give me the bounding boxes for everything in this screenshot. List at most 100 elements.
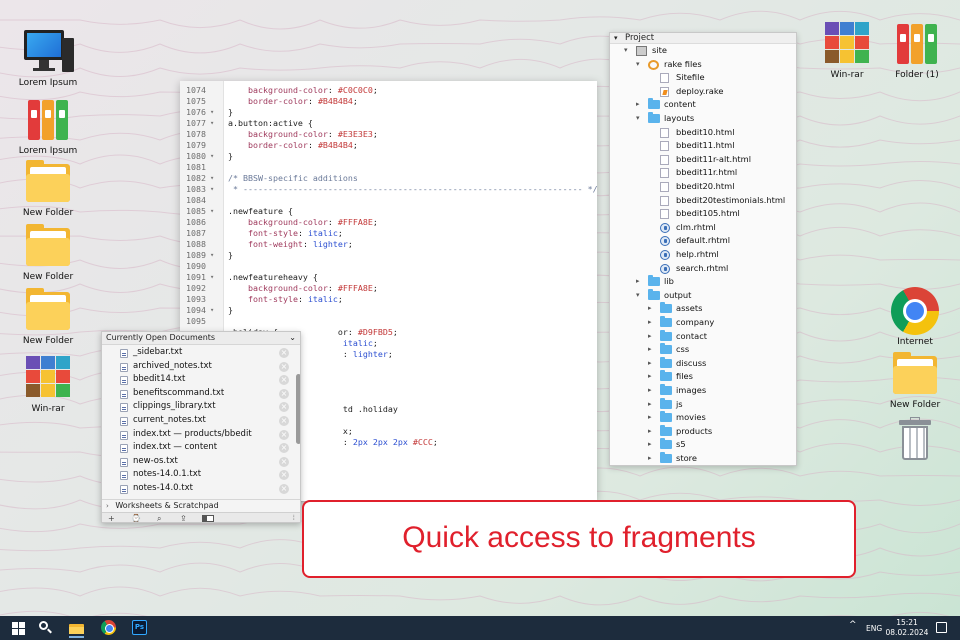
project-tree-item[interactable]: ▸ movies <box>610 411 796 425</box>
code-line[interactable]: 1089 ▾} <box>180 250 597 261</box>
project-tree-item[interactable]: ▸ images <box>610 384 796 398</box>
chevron-right-icon[interactable]: ▸ <box>648 370 652 384</box>
project-tree-item[interactable]: ▾ site <box>610 44 796 58</box>
fold-toggle-icon[interactable]: ▾ <box>210 151 214 162</box>
project-tree-item[interactable]: ▸ js <box>610 397 796 412</box>
project-tree-item[interactable]: ▸ files <box>610 370 796 384</box>
project-tree-item[interactable]: clm.rhtml <box>610 221 796 235</box>
taskbar-search-button[interactable] <box>37 616 53 640</box>
chevron-right-icon[interactable]: ▸ <box>648 411 652 425</box>
resize-handle-icon[interactable]: ⦙ <box>293 513 295 522</box>
code-line[interactable]: 1077 ▾ a.button:active { <box>180 118 597 129</box>
chevron-down-icon[interactable]: ⌄ <box>289 332 296 344</box>
chevron-down-icon[interactable]: ▾ <box>636 112 640 126</box>
open-document-item[interactable]: index.txt — content × <box>102 441 296 455</box>
project-tree-item[interactable]: ▸ company <box>610 316 796 330</box>
share-icon[interactable]: ⇪ <box>180 513 187 522</box>
code-line[interactable]: 1086 background-color: #FFFA8E; <box>180 217 597 228</box>
project-tree-item[interactable]: ▾ output <box>610 288 796 303</box>
code-line[interactable]: 1091 ▾ .newfeatureheavy { <box>180 272 597 283</box>
desktop-icon-winrar[interactable]: Win-rar <box>809 20 885 81</box>
open-document-item[interactable]: archived_notes.txt × <box>102 360 296 374</box>
chevron-right-icon[interactable]: ▸ <box>648 452 652 465</box>
code-line[interactable]: 1076 ▾} <box>180 107 597 118</box>
desktop-icon-binders[interactable]: Folder (1) <box>879 20 955 81</box>
desktop-icon-chrome[interactable]: Internet <box>877 287 953 348</box>
project-tree-item[interactable]: bbedit11.html <box>610 139 796 153</box>
code-line[interactable]: 1092 background-color: #FFFA8E; <box>180 283 597 294</box>
chevron-right-icon[interactable]: ▸ <box>648 330 652 344</box>
project-tree-item[interactable]: default.rhtml <box>610 234 796 248</box>
project-header[interactable]: ▾ Project <box>610 33 796 44</box>
project-tree-item[interactable]: ▸ contact <box>610 329 796 344</box>
code-line[interactable]: 1075 border-color: #B4B4B4; <box>180 96 597 107</box>
close-document-icon[interactable]: × <box>279 361 289 372</box>
project-tree-item[interactable]: Sitefile <box>610 71 796 85</box>
project-tree-item[interactable]: ▾ rake files <box>610 58 796 72</box>
project-tree-item[interactable]: bbedit11r-alt.html <box>610 153 796 167</box>
fold-toggle-icon[interactable]: ▾ <box>210 118 214 129</box>
desktop-icon-binders[interactable]: Lorem Ipsum <box>10 96 86 157</box>
project-tree-item[interactable]: ▸ store <box>610 452 796 465</box>
close-document-icon[interactable]: × <box>279 415 289 426</box>
desktop-icon-folder[interactable]: New Folder <box>10 286 86 347</box>
open-document-item[interactable]: _sidebar.txt × <box>102 346 296 360</box>
desktop-icon-pc[interactable]: Lorem Ipsum <box>10 28 86 89</box>
open-document-item[interactable]: index.txt — products/bbedit × <box>102 428 296 442</box>
close-document-icon[interactable]: × <box>279 429 289 440</box>
chevron-right-icon[interactable]: ▸ <box>648 316 652 330</box>
code-line[interactable]: 1080 ▾} <box>180 151 597 162</box>
chevron-right-icon[interactable]: ▸ <box>636 98 640 112</box>
desktop-icon-recycle-bin[interactable] <box>877 416 953 466</box>
fold-toggle-icon[interactable]: ▾ <box>210 107 214 118</box>
code-line[interactable]: 1081 <box>180 162 597 173</box>
fold-toggle-icon[interactable]: ▾ <box>210 272 214 283</box>
chevron-down-icon[interactable]: ▾ <box>624 44 628 58</box>
close-document-icon[interactable]: × <box>279 456 289 467</box>
open-documents-scrollbar[interactable] <box>296 346 300 500</box>
search-icon[interactable]: ⌕ <box>157 513 161 522</box>
fold-toggle-icon[interactable]: ▾ <box>210 173 214 184</box>
worksheets-section[interactable]: › Worksheets & Scratchpad <box>102 499 300 512</box>
project-tree-item[interactable]: ▸ s5 <box>610 438 796 452</box>
code-line[interactable]: 1074 background-color: #C0C0C0; <box>180 85 597 96</box>
code-line[interactable]: 1082 ▾ /* BBSW-specific additions <box>180 173 597 184</box>
project-tree-item[interactable]: bbedit105.html <box>610 207 796 221</box>
chevron-right-icon[interactable]: ▸ <box>648 357 652 371</box>
close-document-icon[interactable]: × <box>279 483 289 494</box>
open-document-item[interactable]: current_notes.txt × <box>102 414 296 428</box>
close-document-icon[interactable]: × <box>279 402 289 413</box>
file-explorer-button[interactable] <box>69 616 85 640</box>
chevron-right-icon[interactable]: ▸ <box>648 384 652 398</box>
close-document-icon[interactable]: × <box>279 443 289 454</box>
chevron-right-icon[interactable]: ▸ <box>648 425 652 439</box>
code-line[interactable]: 1094 ▾} <box>180 305 597 316</box>
fold-toggle-icon[interactable]: ▾ <box>210 206 214 217</box>
project-tree-item[interactable]: ▸ content <box>610 98 796 112</box>
desktop-icon-winrar[interactable]: Win-rar <box>10 354 86 415</box>
project-tree-item[interactable]: ▸ css <box>610 343 796 357</box>
language-indicator[interactable]: ENG <box>866 624 882 640</box>
project-tree-item[interactable]: bbedit20.html <box>610 180 796 194</box>
chevron-down-icon[interactable]: ▾ <box>636 289 640 303</box>
code-line[interactable]: 1083 ▾ * --------------------------------… <box>180 184 597 195</box>
code-line[interactable]: 1088 font-weight: lighter; <box>180 239 597 250</box>
open-document-item[interactable]: notes-14.0.txt × <box>102 482 296 496</box>
open-document-item[interactable]: benefitscommand.txt × <box>102 387 296 401</box>
project-tree-item[interactable]: deploy.rake <box>610 85 796 99</box>
project-tree-item[interactable]: ▸ lib <box>610 275 796 289</box>
project-tree-item[interactable]: bbedit10.html <box>610 126 796 140</box>
desktop-icon-folder[interactable]: New Folder <box>10 222 86 283</box>
open-document-item[interactable]: bbedit14.txt × <box>102 373 296 387</box>
chevron-right-icon[interactable]: ▸ <box>648 343 652 357</box>
code-line[interactable]: 1084 <box>180 195 597 206</box>
project-tree-item[interactable]: bbedit11r.html <box>610 166 796 180</box>
open-document-item[interactable]: clippings_library.txt × <box>102 400 296 414</box>
project-tree-item[interactable]: help.rhtml <box>610 248 796 262</box>
layout-toggle-icon[interactable] <box>202 515 214 522</box>
project-tree-item[interactable]: ▸ products <box>610 424 796 439</box>
project-tree-item[interactable]: ▾ layouts <box>610 112 796 126</box>
clock[interactable]: 15:21 08.02.2024 <box>884 618 930 640</box>
code-line[interactable]: 1090 <box>180 261 597 272</box>
chevron-right-icon[interactable]: ▸ <box>636 275 640 289</box>
